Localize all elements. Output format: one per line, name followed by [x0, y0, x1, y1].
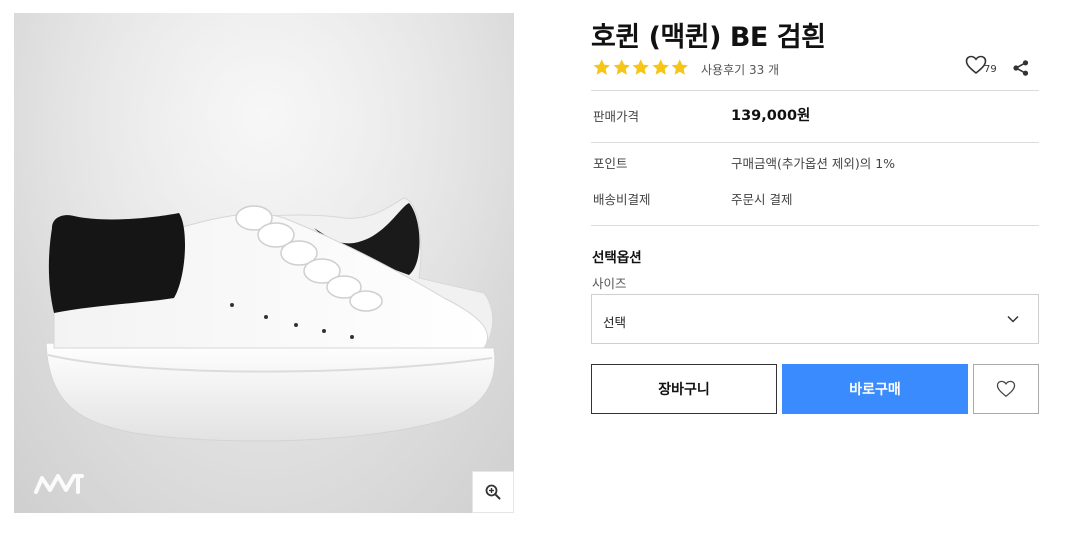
- price-value: 139,000원: [731, 108, 811, 124]
- rating-row: 사용후기 33 개 79: [591, 55, 1039, 81]
- divider: [591, 225, 1039, 226]
- star-icon: [632, 59, 649, 75]
- options-title: 선택옵션: [592, 250, 642, 266]
- size-select-value: 선택: [603, 315, 627, 330]
- zoom-button[interactable]: [472, 471, 514, 513]
- wishlist-button[interactable]: [973, 364, 1039, 414]
- divider: [591, 90, 1039, 91]
- review-count[interactable]: 사용후기 33 개: [701, 61, 779, 78]
- heart-icon: [996, 380, 1016, 398]
- points-label: 포인트: [593, 156, 628, 171]
- product-title: 호퀸 (맥퀸) BE 검흰: [591, 22, 826, 53]
- add-to-cart-button[interactable]: 장바구니: [591, 364, 777, 414]
- divider: [591, 142, 1039, 143]
- star-icon: [671, 59, 688, 75]
- sneaker-illustration: [14, 13, 514, 513]
- size-select[interactable]: 선택: [591, 294, 1039, 344]
- zoom-in-icon: [485, 484, 501, 500]
- star-icon: [593, 59, 610, 75]
- wishlist-count: 79: [984, 64, 997, 75]
- share-button[interactable]: [1012, 59, 1032, 79]
- size-label: 사이즈: [592, 276, 627, 291]
- points-value: 구매금액(추가옵션 제외)의 1%: [731, 156, 896, 171]
- wishlist-toggle[interactable]: 79: [965, 55, 999, 81]
- star-rating: [592, 58, 690, 77]
- shipping-value: 주문시 결제: [731, 192, 793, 207]
- product-image[interactable]: [14, 13, 514, 513]
- star-icon: [652, 59, 669, 75]
- share-icon: [1013, 60, 1029, 76]
- chevron-down-icon: [1007, 315, 1019, 323]
- price-label: 판매가격: [593, 109, 640, 124]
- brand-logo-watermark: [34, 474, 84, 494]
- shipping-label: 배송비결제: [593, 192, 651, 207]
- buy-now-button[interactable]: 바로구매: [782, 364, 968, 414]
- star-icon: [613, 59, 630, 75]
